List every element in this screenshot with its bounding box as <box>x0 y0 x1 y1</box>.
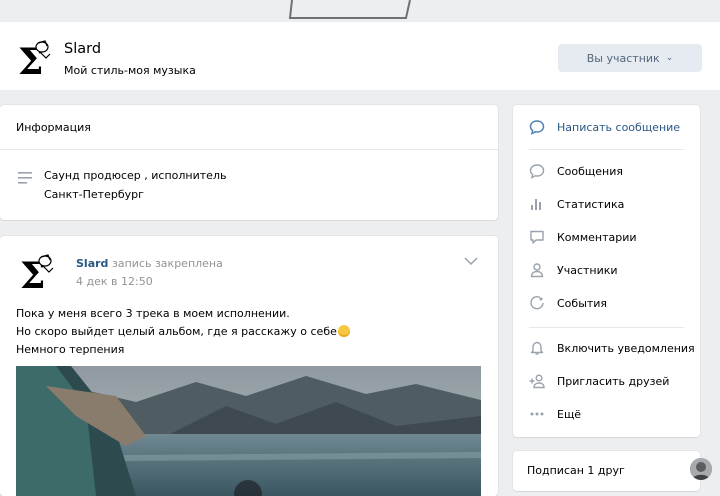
chat-icon <box>529 164 545 179</box>
member-status-button[interactable]: Вы участник ⌄ <box>558 44 702 72</box>
add-user-icon <box>529 374 545 389</box>
sidebar-item-messages[interactable]: Сообщения <box>513 157 700 185</box>
sidebar-item-label: Написать сообщение <box>557 121 681 134</box>
post-photo[interactable] <box>16 366 481 496</box>
sidebar-item-members[interactable]: Участники <box>513 256 700 284</box>
bell-icon <box>530 341 544 355</box>
info-card: Информация Саунд продюсер , исполнитель … <box>0 105 498 220</box>
sidebar-item-label: Участники <box>557 264 618 277</box>
post-pinned-label: запись закреплена <box>112 257 223 270</box>
post-date[interactable]: 4 дек в 12:50 <box>76 275 153 288</box>
group-actions-menu: Написать сообщение Сообщения Статистика … <box>513 105 700 437</box>
sidebar-item-more[interactable]: Ещё <box>513 400 700 428</box>
sidebar-item-label: Пригласить друзей <box>557 375 670 388</box>
sidebar-item-write-message[interactable]: Написать сообщение <box>513 113 700 141</box>
sidebar-item-label: Сообщения <box>557 165 624 178</box>
chevron-down-icon: ⌄ <box>665 53 674 63</box>
post-text-line: Пока у меня всего 3 трека в моем исполне… <box>16 307 290 320</box>
info-title: Информация <box>16 121 91 134</box>
info-city: Санкт-Петербург <box>44 188 144 201</box>
divider <box>529 149 684 150</box>
post-text-line-content: Но скоро выйдет целый альбом, где я расс… <box>16 325 337 338</box>
friends-block[interactable]: Подписан 1 друг <box>513 451 700 491</box>
message-bubble-icon <box>529 120 545 135</box>
post-text-line: Немного терпения <box>16 343 125 356</box>
post-author-avatar[interactable]: Σ <box>16 250 58 292</box>
group-name: Slard <box>64 41 102 57</box>
friends-count: Подписан 1 друг <box>527 464 625 477</box>
post-text-line: Но скоро выйдет целый альбом, где я расс… <box>16 325 350 338</box>
divider <box>529 327 684 328</box>
smile-emoji-icon <box>337 325 350 337</box>
friend-avatar[interactable] <box>690 458 712 480</box>
post-author-link[interactable]: Slard <box>76 257 108 270</box>
group-header: Σ Slard Мой стиль-моя музыка Вы участник… <box>0 22 720 90</box>
sidebar-item-label: Включить уведомления <box>557 342 695 355</box>
info-description: Саунд продюсер , исполнитель <box>44 169 227 182</box>
divider <box>0 149 498 150</box>
sidebar-item-statistics[interactable]: Статистика <box>513 190 700 218</box>
description-icon <box>18 172 32 184</box>
sidebar-item-comments[interactable]: Комментарии <box>513 223 700 251</box>
sidebar-item-label: Ещё <box>557 408 582 421</box>
sidebar-item-invite-friends[interactable]: Пригласить друзей <box>513 367 700 395</box>
group-logo[interactable]: Σ <box>16 38 54 78</box>
comment-icon <box>530 230 544 244</box>
post-menu-chevron-icon[interactable] <box>464 256 478 266</box>
member-button-label: Вы участник <box>586 51 660 65</box>
sidebar-item-enable-notifications[interactable]: Включить уведомления <box>513 334 700 362</box>
cover-image-fragment <box>288 0 411 19</box>
more-icon <box>530 412 544 416</box>
pinned-post: Σ Slard запись закреплена 4 дек в 12:50 … <box>0 236 498 496</box>
calendar-icon <box>530 296 544 310</box>
stats-icon <box>531 199 541 210</box>
group-status: Мой стиль-моя музыка <box>64 64 196 77</box>
sidebar-item-events[interactable]: События <box>513 289 700 317</box>
sidebar-item-label: Комментарии <box>557 231 637 244</box>
sidebar-item-label: События <box>557 297 608 310</box>
sidebar-item-label: Статистика <box>557 198 625 211</box>
user-icon <box>530 263 544 278</box>
